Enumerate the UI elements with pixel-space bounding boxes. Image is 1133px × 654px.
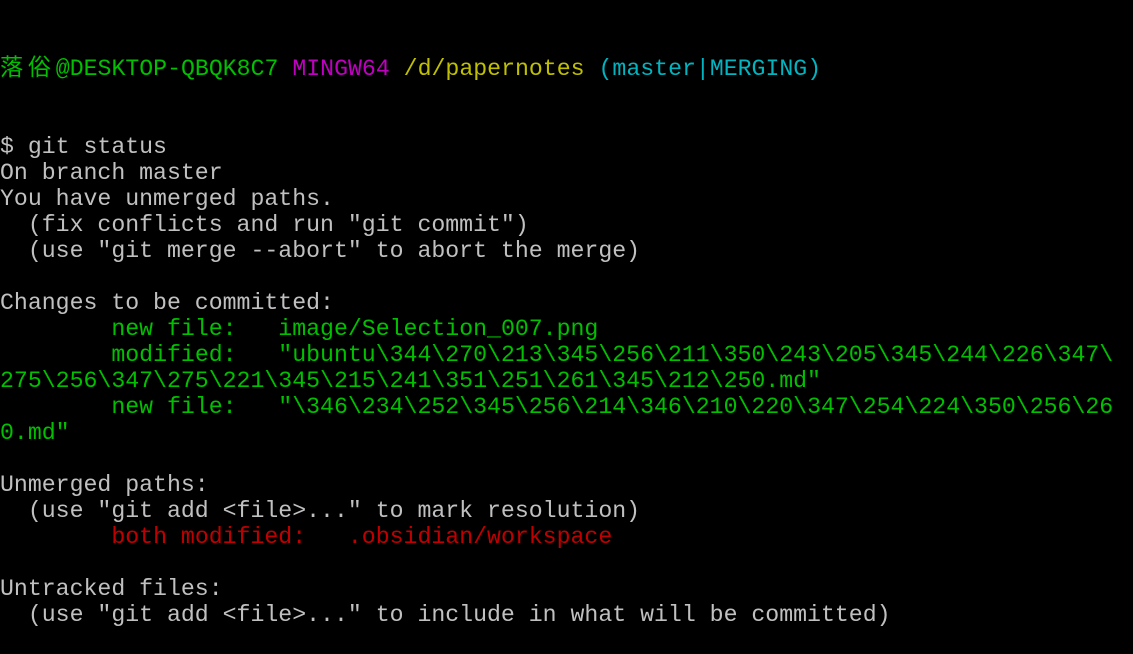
text-segment: 0.md" [0,420,70,446]
text-segment: 275\256\347\275\221\345\215\241\351\251\… [0,368,821,394]
output-line: modified: "ubuntu\344\270\213\345\256\21… [0,342,1133,368]
text-segment: (use "git merge --abort" to abort the me… [0,238,641,264]
text-segment: (use "git add <file>..." to include in w… [0,602,891,628]
prompt-line: 落俗 @DESKTOP-QBQK8C7 MINGW64 /d/papernotes… [0,56,1133,82]
text-segment: modified: "ubuntu\344\270\213\345\256\21… [111,342,1114,368]
output-line: 0.md" [0,420,1133,446]
output-line: Unmerged paths: [0,472,1133,498]
text-segment: Changes to be committed: [0,290,334,316]
output-line: new file: "\346\234\252\345\256\214\346\… [0,394,1133,420]
prompt-branch: (master|MERGING) [598,56,822,82]
text-segment: new file: "\346\234\252\345\256\214\346\… [111,394,1114,420]
output-line: On branch master [0,160,1133,186]
output-line: 275\256\347\275\221\345\215\241\351\251\… [0,368,1133,394]
text-segment [0,316,111,342]
text-segment: Untracked files: [0,576,223,602]
text-segment: (use "git add <file>..." to mark resolut… [0,498,641,524]
prompt-system: MINGW64 [292,56,390,82]
text-segment: $ git status [0,134,167,160]
output-line: (use "git merge --abort" to abort the me… [0,238,1133,264]
output-line: (use "git add <file>..." to mark resolut… [0,498,1133,524]
output-line: Changes to be committed: [0,290,1133,316]
output-line: Untracked files: [0,576,1133,602]
prompt-user-host: 落俗 @DESKTOP-QBQK8C7 [0,56,279,82]
text-segment: Unmerged paths: [0,472,209,498]
text-segment: You have unmerged paths. [0,186,334,212]
prompt-path: /d/papernotes [403,56,585,82]
terminal-window[interactable]: 落俗 @DESKTOP-QBQK8C7 MINGW64 /d/papernotes… [0,4,1133,654]
output-line: new file: image/Selection_007.png [0,316,1133,342]
output-line: You have unmerged paths. [0,186,1133,212]
text-segment: new file: image/Selection_007.png [111,316,599,342]
text-segment [0,342,111,368]
output-line: (use "git add <file>..." to include in w… [0,602,1133,628]
output-line: (fix conflicts and run "git commit") [0,212,1133,238]
command-line: $ git status [0,134,1133,160]
text-segment: On branch master [0,160,223,186]
text-segment [0,394,111,420]
text-segment: (fix conflicts and run "git commit") [0,212,529,238]
terminal-output: $ git status On branch master You have unm… [0,134,1133,628]
